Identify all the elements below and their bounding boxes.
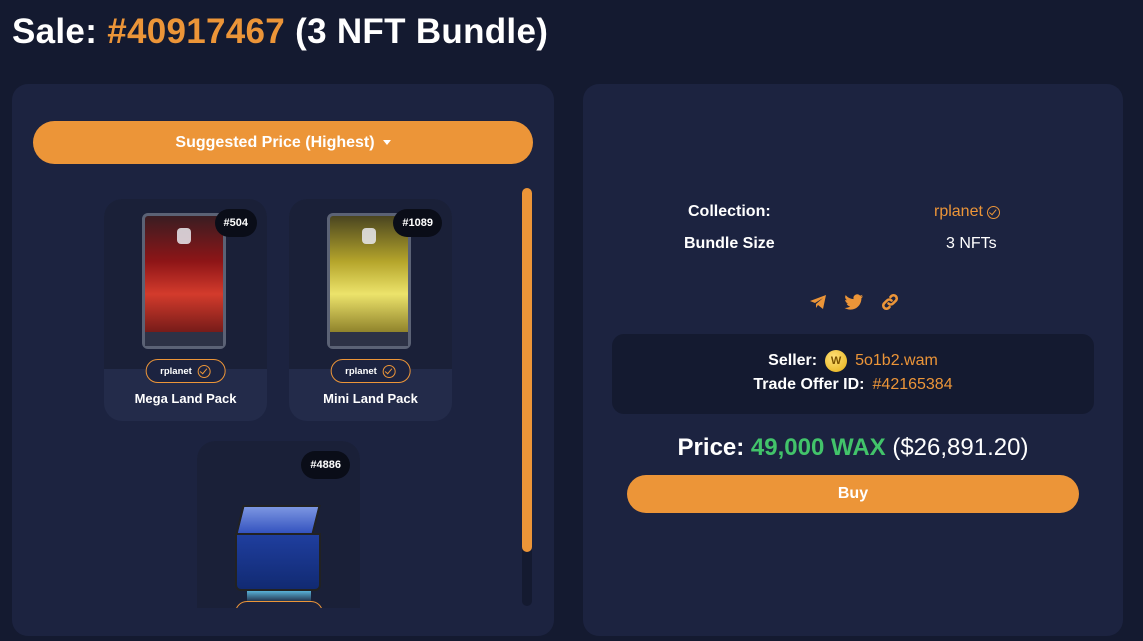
collection-label: Collection: bbox=[688, 203, 771, 220]
page-title: Sale: #40917467 (3 NFT Bundle) bbox=[12, 12, 548, 52]
collection-link-text: rplanet bbox=[934, 203, 983, 220]
bundle-size-value: 3 NFTs bbox=[946, 235, 997, 252]
twitter-icon[interactable] bbox=[844, 292, 864, 312]
price-label: Price: bbox=[677, 434, 745, 461]
wax-coin-icon: W bbox=[825, 350, 848, 372]
verified-check-icon bbox=[197, 364, 211, 378]
verified-check-icon bbox=[986, 205, 1000, 219]
sale-details-panel: Collection: rplanet Bundle Size 3 NFTs S… bbox=[583, 84, 1123, 636]
collection-pill[interactable]: rplanet bbox=[145, 359, 226, 383]
sale-id: #40917467 bbox=[107, 12, 286, 51]
nft-name: Mega Land Pack bbox=[134, 391, 237, 406]
mega-land-pack-image bbox=[142, 213, 226, 349]
mint-number-badge: #4886 bbox=[301, 451, 350, 479]
collection-link[interactable]: rplanet bbox=[934, 203, 1000, 221]
telegram-icon[interactable] bbox=[808, 292, 828, 312]
nft-card-mega-land-pack[interactable]: #504 rplanet Mega Land Pack bbox=[104, 199, 267, 421]
scrollbar-track[interactable] bbox=[522, 188, 532, 606]
price-wax: 49,000 WAX bbox=[750, 434, 886, 461]
bundle-size-label: Bundle Size bbox=[684, 235, 775, 252]
title-prefix: Sale: bbox=[12, 12, 98, 51]
mint-number-badge: #1089 bbox=[393, 209, 442, 237]
nft-card-mini-land-pack[interactable]: #1089 rplanet Mini Land Pack bbox=[289, 199, 452, 421]
seller-row: Seller: W 5o1b2.wam bbox=[612, 350, 1094, 372]
mint-number-badge: #504 bbox=[214, 209, 257, 237]
seller-name-link[interactable]: 5o1b2.wam bbox=[855, 352, 938, 370]
seller-label: Seller: bbox=[768, 352, 818, 369]
nft-card-third[interactable]: #4886 bbox=[197, 441, 360, 608]
cube-image-front bbox=[235, 533, 321, 591]
collection-pill[interactable]: rplanet bbox=[330, 359, 411, 383]
link-icon[interactable] bbox=[880, 292, 900, 312]
share-buttons bbox=[808, 292, 900, 312]
scrollbar-thumb[interactable] bbox=[522, 188, 532, 552]
buy-button[interactable]: Buy bbox=[627, 475, 1079, 513]
sort-label: Suggested Price (Highest) bbox=[175, 133, 375, 151]
cube-image-top bbox=[235, 505, 321, 535]
nft-name: Mini Land Pack bbox=[323, 391, 418, 406]
nft-card-list[interactable]: #504 rplanet Mega Land Pack #1089 rplane… bbox=[12, 194, 554, 608]
price-row: Price: 49,000 WAX ($26,891.20) bbox=[583, 434, 1123, 462]
collection-name: rplanet bbox=[345, 365, 377, 377]
collection-pill[interactable] bbox=[234, 601, 323, 608]
price-usd: ($26,891.20) bbox=[892, 434, 1029, 461]
seller-info-box: Seller: W 5o1b2.wam Trade Offer ID: #421… bbox=[612, 334, 1094, 414]
collection-name: rplanet bbox=[160, 365, 192, 377]
verified-check-icon bbox=[382, 364, 396, 378]
trade-offer-row: Trade Offer ID: #42165384 bbox=[612, 376, 1094, 394]
sort-dropdown-button[interactable]: Suggested Price (Highest) bbox=[33, 121, 533, 164]
trade-offer-label: Trade Offer ID: bbox=[753, 376, 865, 393]
caret-down-icon bbox=[382, 140, 391, 145]
bundle-items-panel: Suggested Price (Highest) #504 rplanet M… bbox=[12, 84, 554, 636]
title-suffix: (3 NFT Bundle) bbox=[295, 12, 549, 51]
trade-offer-link[interactable]: #42165384 bbox=[873, 376, 953, 394]
